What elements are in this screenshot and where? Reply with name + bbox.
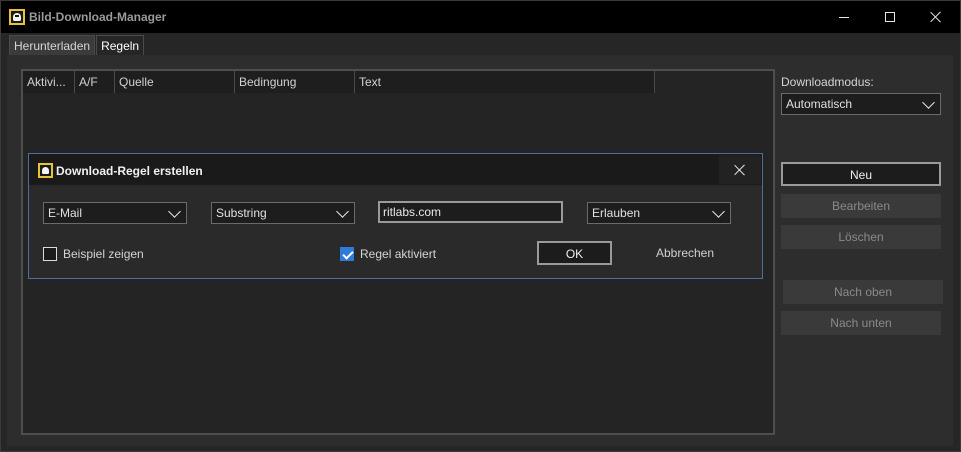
dialog-title: Download-Regel erstellen <box>56 164 203 178</box>
rule-text-input[interactable]: ritlabs.com <box>378 201 563 223</box>
column-header-source[interactable]: Quelle <box>115 71 235 93</box>
rule-enabled-label: Regel aktiviert <box>360 247 437 261</box>
app-logo-icon <box>38 163 53 178</box>
minimize-icon <box>839 16 849 18</box>
condition-select[interactable]: Substring <box>211 202 355 224</box>
cancel-button[interactable]: Abbrechen <box>645 241 725 265</box>
create-rule-dialog: Download-Regel erstellen E-Mail Substrin… <box>28 153 763 279</box>
close-button[interactable] <box>913 1 959 33</box>
checkmark-icon <box>340 247 354 261</box>
tab-bar: Herunterladen Regeln <box>9 35 145 55</box>
move-down-button[interactable]: Nach unten <box>781 311 941 335</box>
condition-value: Substring <box>216 206 267 220</box>
tab-regeln[interactable]: Regeln <box>96 35 145 55</box>
delete-button[interactable]: Löschen <box>781 225 941 249</box>
column-header-condition[interactable]: Bedingung <box>235 71 355 93</box>
show-example-checkbox[interactable]: Beispiel zeigen <box>43 247 144 261</box>
rule-list-header: Aktivi... A/F Quelle Bedingung Text <box>23 71 655 93</box>
title-bar[interactable]: Bild-Download-Manager <box>1 1 960 33</box>
source-select[interactable]: E-Mail <box>43 202 187 224</box>
download-mode-select[interactable]: Automatisch <box>781 93 941 115</box>
move-up-button[interactable]: Nach oben <box>783 280 943 304</box>
edit-button[interactable]: Bearbeiten <box>781 194 941 218</box>
window-title: Bild-Download-Manager <box>29 10 167 24</box>
dialog-title-bar[interactable]: Download-Regel erstellen <box>29 154 762 185</box>
action-value: Erlauben <box>592 206 641 220</box>
maximize-icon <box>885 12 895 22</box>
column-header-text[interactable]: Text <box>355 71 655 93</box>
app-window: Bild-Download-Manager Herunterladen Rege… <box>0 0 961 452</box>
source-value: E-Mail <box>48 206 83 220</box>
download-mode-value: Automatisch <box>786 97 853 111</box>
show-example-label: Beispiel zeigen <box>63 247 144 261</box>
rule-enabled-checkbox[interactable]: Regel aktiviert <box>340 247 436 261</box>
chevron-down-icon <box>922 98 936 110</box>
chevron-down-icon <box>336 207 350 219</box>
close-icon <box>734 164 746 176</box>
download-mode-label: Downloadmodus: <box>781 75 874 89</box>
action-select[interactable]: Erlauben <box>587 202 731 224</box>
tab-herunterladen[interactable]: Herunterladen <box>9 35 96 55</box>
maximize-button[interactable] <box>867 1 913 33</box>
dialog-close-button[interactable] <box>719 155 761 184</box>
new-button[interactable]: Neu <box>781 162 941 186</box>
minimize-button[interactable] <box>821 1 867 33</box>
chevron-down-icon <box>712 207 726 219</box>
ok-button[interactable]: OK <box>537 241 612 265</box>
app-logo-icon <box>9 9 25 25</box>
close-icon <box>930 11 942 23</box>
column-header-allow-forbid[interactable]: A/F <box>75 71 115 93</box>
checkbox-unchecked-icon <box>43 247 57 261</box>
chevron-down-icon <box>168 207 182 219</box>
column-header-active[interactable]: Aktivi... <box>23 71 75 93</box>
